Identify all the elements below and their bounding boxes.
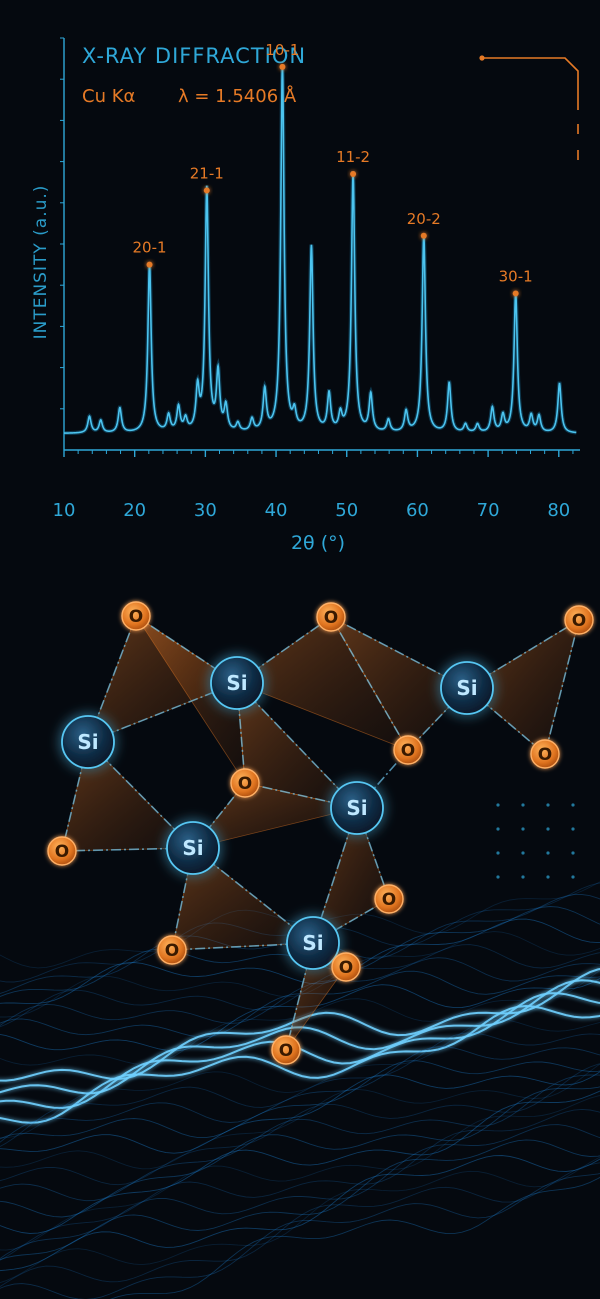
atom-label: Si <box>182 836 203 860</box>
source-label: Cu Kα <box>82 86 135 107</box>
dot-grid-decoration <box>496 803 575 879</box>
oxygen-atom: O <box>331 952 361 982</box>
grid-dot <box>546 827 550 831</box>
atom-label: O <box>165 941 179 961</box>
peak-marker <box>350 170 357 177</box>
silicon-atom: Si <box>286 916 340 970</box>
peak-annotations: 20-1 21-1 10-1 11-2 20-2 30-1 <box>133 41 533 297</box>
wave-line <box>0 1090 600 1234</box>
peak-label: 21-1 <box>190 164 224 182</box>
grid-dot <box>546 875 550 879</box>
atom-label: O <box>129 607 143 627</box>
atom-label: O <box>538 745 552 765</box>
wave-line <box>0 1156 600 1284</box>
grid-dot <box>521 827 525 831</box>
grid-dot <box>521 803 525 807</box>
peak-marker <box>203 187 210 194</box>
grid-dot <box>571 875 575 879</box>
silicon-atom: Si <box>330 781 384 835</box>
peak-label: 10-1 <box>265 41 299 59</box>
grid-dot <box>571 827 575 831</box>
grid-dot <box>496 827 500 831</box>
wave-line <box>0 1095 600 1251</box>
grid-dot <box>521 851 525 855</box>
grid-dot <box>546 851 550 855</box>
x-tick-label: 80 <box>547 500 570 521</box>
wave-line <box>0 1108 600 1261</box>
x-tick-label: 50 <box>335 500 358 521</box>
hud-corner-bracket-icon <box>479 55 579 160</box>
atom-label: Si <box>346 796 367 820</box>
atom-label: O <box>279 1041 293 1061</box>
peak-marker <box>512 290 519 297</box>
peak-label: 20-1 <box>133 239 167 257</box>
x-tick-label: 60 <box>406 500 429 521</box>
grid-dot <box>571 803 575 807</box>
wave-line <box>109 1176 600 1299</box>
silicon-atom: Si <box>61 715 115 769</box>
atom-label: O <box>55 842 69 862</box>
oxygen-atom: O <box>230 768 260 798</box>
x-tick-label: 10 <box>53 500 76 521</box>
peak-label: 11-2 <box>336 148 370 166</box>
wave-line <box>0 1155 600 1272</box>
grid-dot <box>571 851 575 855</box>
wave-line <box>0 1063 600 1186</box>
atom-label: Si <box>302 931 323 955</box>
atom-label: O <box>238 774 252 794</box>
oxygen-atom: O <box>564 605 594 635</box>
atom-label: O <box>572 611 586 631</box>
x-tick-label: 20 <box>123 500 146 521</box>
silicon-atom: Si <box>440 661 494 715</box>
atom-label: Si <box>77 730 98 754</box>
x-tick-labels: 10 20 30 40 50 60 70 80 <box>53 500 571 521</box>
peak-label: 20-2 <box>407 210 441 228</box>
x-axis-label: 2θ (°) <box>291 532 345 554</box>
x-tick-label: 70 <box>477 500 500 521</box>
grid-dot <box>496 803 500 807</box>
wave-line <box>0 1060 600 1140</box>
atom-label: Si <box>456 676 477 700</box>
atom-label: O <box>324 608 338 628</box>
oxygen-atom: O <box>271 1035 301 1065</box>
x-axis-ticks <box>63 450 574 457</box>
oxygen-atom: O <box>157 935 187 965</box>
x-tick-label: 30 <box>194 500 217 521</box>
wave-line <box>0 1173 600 1299</box>
peak-label: 30-1 <box>499 267 533 285</box>
grid-dot <box>496 851 500 855</box>
xrd-infographic: X-RAY DIFFRACTION Cu Kα λ = 1.5406 Å INT… <box>0 37 600 1299</box>
atom-label: O <box>339 958 353 978</box>
silicon-atom: Si <box>166 821 220 875</box>
oxygen-atom: O <box>374 884 404 914</box>
atom-label: O <box>401 741 415 761</box>
oxygen-atom: O <box>393 735 423 765</box>
peak-marker <box>146 261 153 268</box>
atom-label: Si <box>226 671 247 695</box>
peak-marker <box>420 232 427 239</box>
oxygen-atom: O <box>530 739 560 769</box>
wave-line <box>0 1124 600 1260</box>
peak-marker <box>279 63 286 70</box>
wavelength-label: λ = 1.5406 Å <box>178 85 297 107</box>
oxygen-atom: O <box>121 601 151 631</box>
oxygen-atom: O <box>47 836 77 866</box>
x-tick-label: 40 <box>265 500 288 521</box>
silicon-atom: Si <box>210 656 264 710</box>
grid-dot <box>546 803 550 807</box>
y-axis-label: INTENSITY (a.u.) <box>31 185 51 340</box>
grid-dot <box>496 875 500 879</box>
oxygen-atom: O <box>316 602 346 632</box>
atom-label: O <box>382 890 396 910</box>
grid-dot <box>521 875 525 879</box>
